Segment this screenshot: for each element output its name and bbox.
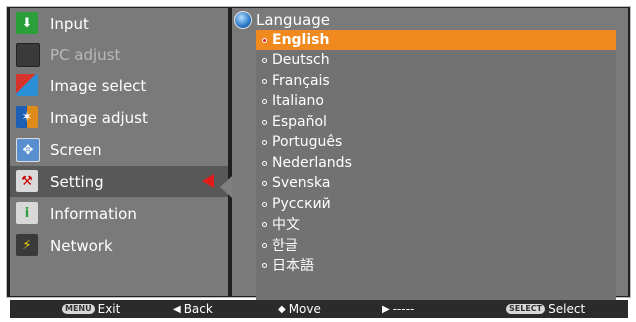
menu-item-screen[interactable]: ✥ Screen <box>10 134 228 165</box>
menu-item-label: Setting <box>50 172 104 191</box>
radio-icon <box>262 201 267 207</box>
select-hint[interactable]: SELECT Select <box>506 301 585 317</box>
language-option-deutsch[interactable]: Deutsch <box>256 50 616 70</box>
menu-item-label: Information <box>50 204 137 223</box>
up-down-arrow-icon: ◆ <box>278 303 286 315</box>
language-option-chinese[interactable]: 中文 <box>256 214 616 234</box>
language-option-label: Português <box>272 134 343 150</box>
menu-item-label: Image adjust <box>50 108 148 127</box>
selection-arrow-icon <box>202 174 214 188</box>
move-hint[interactable]: ◆ Move <box>278 301 321 317</box>
panel-title-label: Language <box>256 11 331 29</box>
language-option-espanol[interactable]: Español <box>256 112 616 132</box>
language-option-svenska[interactable]: Svenska <box>256 173 616 193</box>
language-panel: Language English Deutsch Français Italia… <box>232 8 628 300</box>
menu-item-label: Input <box>50 14 89 33</box>
language-option-label: 한글 <box>272 238 298 254</box>
language-option-label: Français <box>272 73 330 89</box>
left-arrow-icon: ◀ <box>173 303 181 315</box>
menu-item-label: Image select <box>50 76 147 95</box>
menu-item-label: PC adjust <box>50 45 121 64</box>
right-arrow-icon: ▶ <box>382 303 390 315</box>
language-option-italiano[interactable]: Italiano <box>256 91 616 111</box>
network-icon: ⚡ <box>16 234 38 256</box>
information-icon: i <box>16 202 38 224</box>
radio-icon <box>262 221 267 227</box>
language-option-english[interactable]: English <box>256 30 616 50</box>
screen-icon: ✥ <box>16 138 40 162</box>
language-option-francais[interactable]: Français <box>256 71 616 91</box>
language-option-label: Italiano <box>272 93 324 109</box>
image-adjust-icon: ✶ <box>16 106 38 128</box>
language-option-label: Español <box>272 114 327 130</box>
radio-icon <box>262 180 267 186</box>
next-label: ----- <box>392 302 415 316</box>
radio-icon <box>262 37 267 43</box>
language-option-label: 中文 <box>272 217 300 233</box>
image-select-icon <box>16 74 38 96</box>
exit-label: Exit <box>97 302 121 316</box>
radio-icon <box>262 160 267 166</box>
menu-item-network[interactable]: ⚡ Network <box>10 230 228 261</box>
main-menu: ⬇ Input PC adjust Image select ✶ Image a… <box>10 8 228 296</box>
radio-icon <box>262 139 267 145</box>
language-option-label: 日本語 <box>272 258 314 274</box>
radio-icon <box>262 119 267 125</box>
menu-item-label: Screen <box>50 140 102 159</box>
language-option-portugues[interactable]: Português <box>256 132 616 152</box>
menu-item-image-adjust[interactable]: ✶ Image adjust <box>10 102 228 133</box>
language-option-nederlands[interactable]: Nederlands <box>256 153 616 173</box>
back-label: Back <box>183 302 213 316</box>
radio-icon <box>262 262 267 268</box>
exit-hint[interactable]: MENU Exit <box>62 301 120 317</box>
menu-item-information[interactable]: i Information <box>10 198 228 229</box>
language-option-japanese[interactable]: 日本語 <box>256 255 616 275</box>
menu-item-setting[interactable]: ⚒ Setting <box>10 166 228 197</box>
input-arrow-icon: ⬇ <box>16 12 38 34</box>
language-option-label: English <box>272 32 330 48</box>
language-option-korean[interactable]: 한글 <box>256 235 616 255</box>
language-option-russian[interactable]: Русский <box>256 194 616 214</box>
language-option-label: Svenska <box>272 175 331 191</box>
select-key-icon: SELECT <box>506 304 546 314</box>
radio-icon <box>262 78 267 84</box>
menu-item-label: Network <box>50 236 113 255</box>
menu-item-input[interactable]: ⬇ Input <box>10 8 228 39</box>
radio-icon <box>262 242 267 248</box>
radio-icon <box>262 57 267 63</box>
menu-item-image-select[interactable]: Image select <box>10 70 228 101</box>
move-label: Move <box>288 302 321 316</box>
monitor-icon <box>16 43 40 67</box>
globe-icon <box>234 11 252 29</box>
language-option-label: Nederlands <box>272 155 352 171</box>
select-label: Select <box>548 302 586 316</box>
panel-title: Language <box>234 10 330 30</box>
radio-icon <box>262 98 267 104</box>
language-list: English Deutsch Français Italiano Españo… <box>256 30 616 300</box>
language-option-label: Русский <box>272 196 331 212</box>
next-hint[interactable]: ▶ ----- <box>382 301 414 317</box>
language-option-label: Deutsch <box>272 52 330 68</box>
submenu-pointer-icon <box>220 176 232 198</box>
back-hint[interactable]: ◀ Back <box>173 301 213 317</box>
menu-item-pc-adjust[interactable]: PC adjust <box>10 39 228 70</box>
setting-tools-icon: ⚒ <box>16 170 38 192</box>
menu-key-icon: MENU <box>62 304 95 314</box>
key-guide-bar: MENU Exit ◀ Back ◆ Move ▶ ----- SELECT S… <box>10 300 628 318</box>
